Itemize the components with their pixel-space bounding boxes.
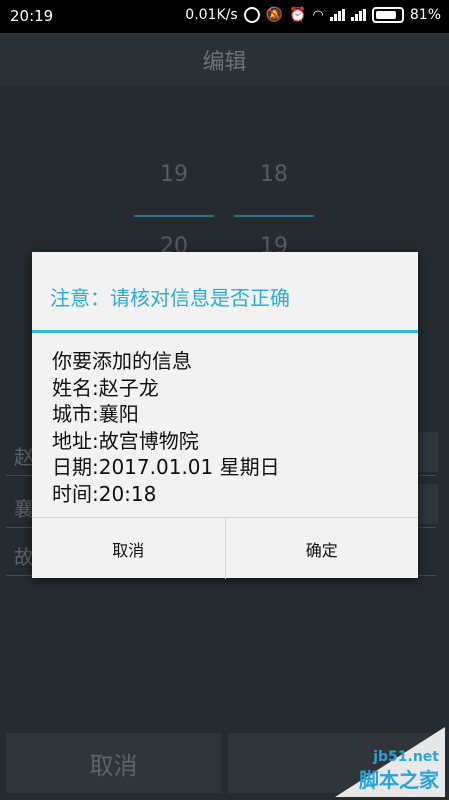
app-header: 编辑 xyxy=(0,33,449,87)
dialog-buttons: 取消 确定 xyxy=(32,517,418,579)
field-side-button[interactable] xyxy=(418,484,438,524)
dialog-cancel-button[interactable]: 取消 xyxy=(32,518,225,579)
battery-icon xyxy=(371,7,404,23)
dialog-title: 注意：请核对信息是否正确 xyxy=(50,286,290,310)
wifi-icon: ◠ xyxy=(312,7,324,23)
dialog-divider xyxy=(32,330,418,333)
status-time: 20:19 xyxy=(10,7,54,25)
picker-divider xyxy=(234,215,314,217)
dialog-confirm-button[interactable]: 确定 xyxy=(224,518,419,579)
dialog-line-city: 城市:襄阳 xyxy=(52,402,139,426)
picker-hour-prev[interactable]: 19 xyxy=(134,162,214,187)
status-bar: 20:19 0.01K/s 🔕 ⏰ ◠ 81% xyxy=(0,0,449,33)
watermark-text: 脚本之家 xyxy=(359,768,439,792)
picker-minute-prev[interactable]: 18 xyxy=(234,162,314,187)
mute-icon: 🔕 xyxy=(265,7,284,23)
confirm-dialog: 注意：请核对信息是否正确 你要添加的信息 姓名:赵子龙 城市:襄阳 地址:故宫博… xyxy=(32,252,418,579)
page-title: 编辑 xyxy=(202,50,247,75)
dialog-line-intro: 你要添加的信息 xyxy=(52,349,192,373)
battery-level: 81% xyxy=(409,7,441,23)
dialog-line-time: 时间:20:18 xyxy=(52,481,157,506)
status-icons: 0.01K/s 🔕 ⏰ ◠ 81% xyxy=(185,7,441,23)
signal-icon xyxy=(329,9,345,21)
dialog-line-address: 地址:故宫博物院 xyxy=(52,428,199,453)
field-side-button[interactable] xyxy=(418,432,438,472)
alarm-icon: ⏰ xyxy=(289,7,307,23)
watermark: jb51.net 脚本之家 xyxy=(335,727,445,797)
dialog-line-date: 日期:2017.01.01 星期日 xyxy=(52,455,280,479)
net-speed: 0.01K/s xyxy=(185,7,238,23)
signal-icon xyxy=(350,9,366,21)
watermark-url: jb51.net xyxy=(373,749,439,765)
sync-icon xyxy=(243,7,260,23)
bottom-cancel-button[interactable]: 取消 xyxy=(6,733,221,793)
picker-divider xyxy=(134,215,214,217)
dialog-line-name: 姓名:赵子龙 xyxy=(52,375,159,400)
dialog-message: 你要添加的信息 姓名:赵子龙 城市:襄阳 地址:故宫博物院 日期:2017.01… xyxy=(52,348,280,507)
